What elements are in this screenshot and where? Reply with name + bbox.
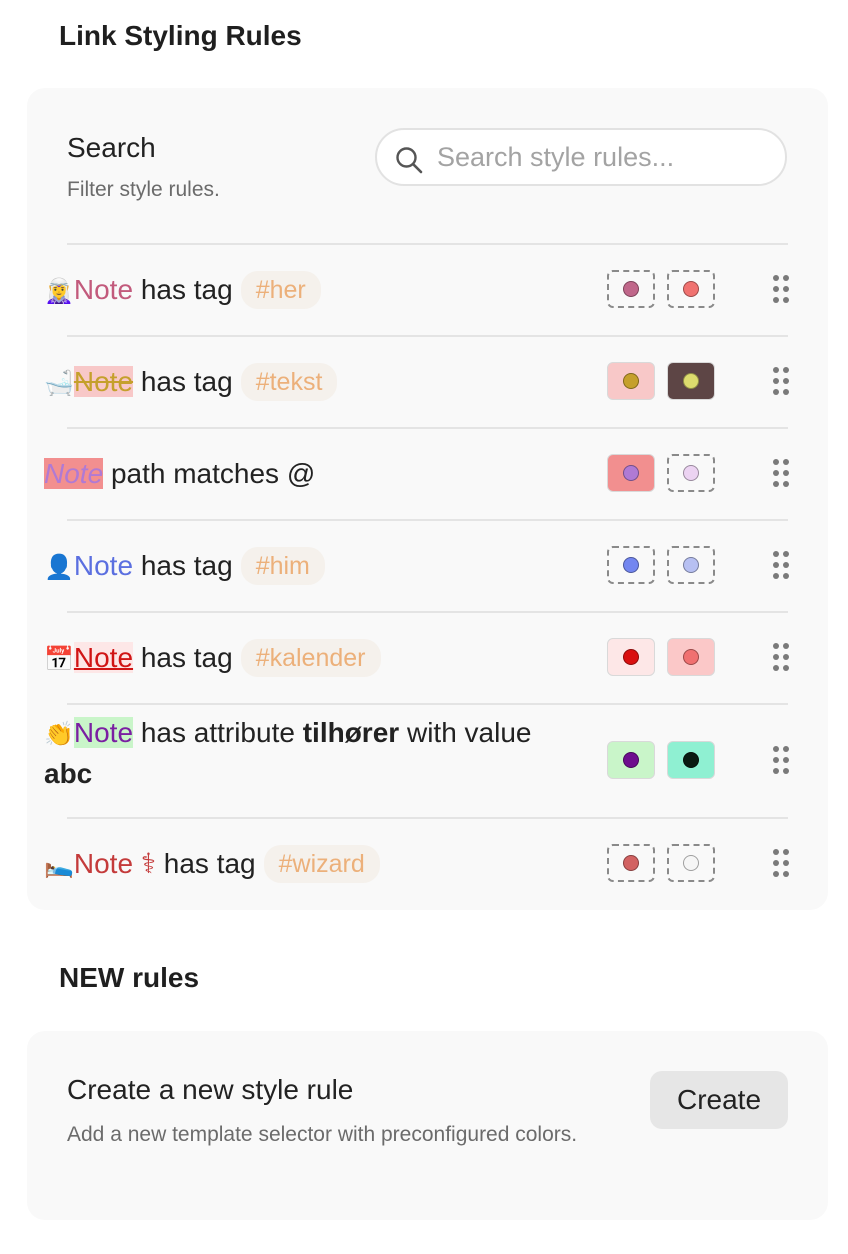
- rule-description: 🛌Note ⚕ has tag #wizard: [44, 844, 380, 885]
- rule-description: Note path matches @: [44, 454, 315, 493]
- text-color-swatch[interactable]: [607, 638, 655, 676]
- drag-handle-icon[interactable]: [773, 746, 791, 774]
- drag-handle-icon[interactable]: [773, 459, 791, 487]
- text-color-swatch[interactable]: [607, 362, 655, 400]
- create-rule-card: Create a new style rule Add a new templa…: [27, 1031, 828, 1220]
- background-color-swatch[interactable]: [667, 546, 715, 584]
- rule-emoji: 📅: [44, 645, 74, 673]
- color-dot: [683, 465, 699, 481]
- rule-note-preview: Note: [73, 847, 134, 879]
- search-label: Search: [67, 132, 156, 163]
- text-color-swatch[interactable]: [607, 454, 655, 492]
- create-rule-description: Add a new template selector with preconf…: [67, 1123, 578, 1146]
- rule-row[interactable]: 👏Note has attribute tilhører with value …: [27, 703, 828, 817]
- rule-tag: #him: [240, 546, 325, 585]
- color-dot: [623, 752, 639, 768]
- style-rules-card: Search Filter style rules. 🧝‍♀️Note has …: [27, 88, 828, 910]
- color-dot: [683, 855, 699, 871]
- rule-tag: #tekst: [240, 362, 338, 401]
- rule-description: 🛁Note has tag #tekst: [44, 362, 338, 403]
- rule-note-preview: Note: [73, 549, 134, 581]
- color-dot: [683, 649, 699, 665]
- rule-attribute-name: tilhører: [302, 717, 400, 748]
- rule-tag: #her: [240, 270, 321, 309]
- rule-description: 📅Note has tag #kalender: [44, 638, 381, 679]
- rule-condition: has tag: [140, 641, 233, 673]
- rule-emoji: 🛌: [44, 851, 74, 879]
- section-title-link-styling: Link Styling Rules: [59, 20, 302, 51]
- rule-note-preview: Note: [73, 717, 134, 748]
- rule-row[interactable]: 📅Note has tag #kalender: [27, 611, 828, 703]
- background-color-swatch[interactable]: [667, 638, 715, 676]
- rule-description: 👏Note has attribute tilhører with value …: [44, 713, 564, 793]
- rule-tag: #kalender: [240, 638, 381, 677]
- section-title-new-rules: NEW rules: [59, 962, 200, 993]
- rule-row[interactable]: Note path matches @: [27, 427, 828, 519]
- background-color-swatch[interactable]: [667, 270, 715, 308]
- rule-note-preview: Note: [73, 273, 134, 305]
- rule-note-preview: Note: [44, 457, 104, 489]
- rule-condition: has tag: [163, 847, 256, 879]
- color-dot: [623, 373, 639, 389]
- color-dot: [623, 465, 639, 481]
- rule-description: 👤Note has tag #him: [44, 546, 325, 587]
- rule-suffix-symbol: ⚕: [140, 847, 156, 879]
- rule-condition: path matches @: [110, 457, 316, 489]
- rule-tag: #wizard: [263, 844, 380, 883]
- text-color-swatch[interactable]: [607, 844, 655, 882]
- rule-condition: has attribute: [140, 717, 295, 748]
- color-dot: [623, 855, 639, 871]
- drag-handle-icon[interactable]: [773, 275, 791, 303]
- drag-handle-icon[interactable]: [773, 643, 791, 671]
- search-description: Filter style rules.: [67, 178, 220, 201]
- rule-note-preview: Note: [73, 641, 134, 673]
- search-box[interactable]: [375, 128, 787, 186]
- rule-row[interactable]: 🛌Note ⚕ has tag #wizard: [27, 817, 828, 909]
- rule-condition-value-label: with value: [406, 717, 532, 748]
- color-dot: [683, 752, 699, 768]
- rule-condition: has tag: [140, 365, 233, 397]
- rule-condition: has tag: [140, 549, 233, 581]
- background-color-swatch[interactable]: [667, 454, 715, 492]
- background-color-swatch[interactable]: [667, 844, 715, 882]
- rule-condition: has tag: [140, 273, 233, 305]
- rule-emoji: 🧝‍♀️: [44, 277, 74, 305]
- search-icon: [396, 147, 423, 174]
- rule-row[interactable]: 👤Note has tag #him: [27, 519, 828, 611]
- create-rule-title: Create a new style rule: [67, 1074, 354, 1105]
- background-color-swatch[interactable]: [667, 362, 715, 400]
- rule-row[interactable]: 🛁Note has tag #tekst: [27, 335, 828, 427]
- search-input[interactable]: [437, 138, 767, 176]
- color-dot: [623, 281, 639, 297]
- rule-emoji: 🛁: [44, 369, 74, 397]
- rule-note-preview: Note: [73, 365, 134, 397]
- background-color-swatch[interactable]: [667, 741, 715, 779]
- drag-handle-icon[interactable]: [773, 367, 791, 395]
- rule-emoji: 👤: [44, 553, 74, 581]
- color-dot: [623, 557, 639, 573]
- drag-handle-icon[interactable]: [773, 849, 791, 877]
- create-button[interactable]: Create: [650, 1071, 788, 1129]
- rule-row[interactable]: 🧝‍♀️Note has tag #her: [27, 243, 828, 335]
- rule-description: 🧝‍♀️Note has tag #her: [44, 270, 321, 311]
- text-color-swatch[interactable]: [607, 741, 655, 779]
- color-dot: [683, 557, 699, 573]
- text-color-swatch[interactable]: [607, 546, 655, 584]
- color-dot: [623, 649, 639, 665]
- rule-emoji: 👏: [44, 721, 74, 748]
- drag-handle-icon[interactable]: [773, 551, 791, 579]
- text-color-swatch[interactable]: [607, 270, 655, 308]
- color-dot: [683, 281, 699, 297]
- color-dot: [683, 373, 699, 389]
- rule-attribute-value: abc: [44, 758, 93, 789]
